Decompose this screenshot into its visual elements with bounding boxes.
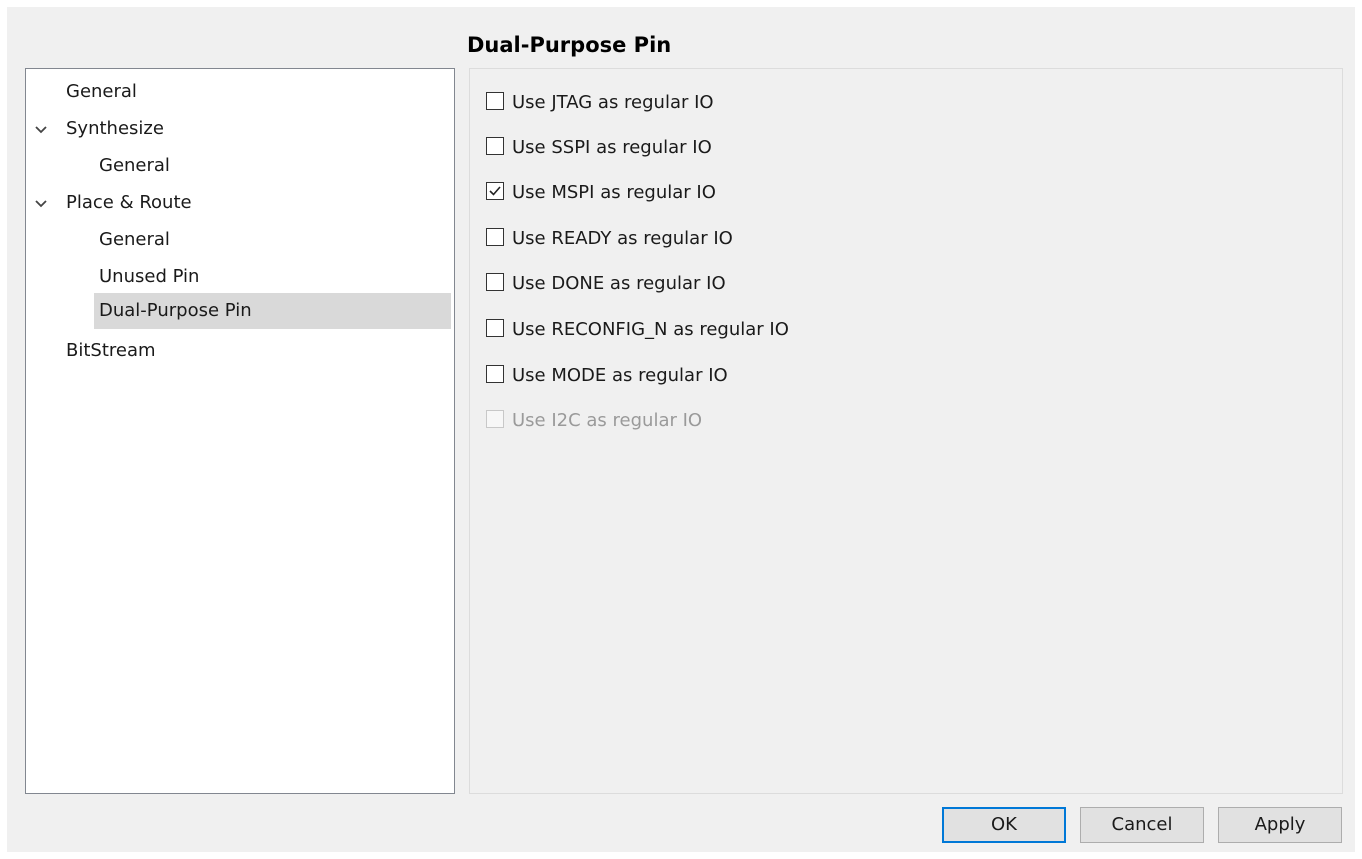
checkbox[interactable] [486,365,504,383]
option-label: Use DONE as regular IO [512,273,726,294]
tree-item-synthesize-general[interactable]: General [99,148,170,184]
settings-tree[interactable]: General Synthesize General Place & Route… [25,68,455,794]
tree-item-label: Dual-Purpose Pin [99,300,252,321]
tree-item-unused-pin[interactable]: Unused Pin [99,259,199,295]
tree-item-place-route[interactable]: Place & Route [66,185,192,221]
ok-button[interactable]: OK [942,807,1066,843]
checkbox[interactable] [486,92,504,110]
option-mspi[interactable]: Use MSPI as regular IO [486,178,716,208]
option-jtag[interactable]: Use JTAG as regular IO [486,88,714,118]
tree-item-bitstream[interactable]: BitStream [66,333,156,369]
checkbox[interactable] [486,319,504,337]
checkbox-disabled [486,410,504,428]
option-sspi[interactable]: Use SSPI as regular IO [486,133,712,163]
tree-item-dual-purpose-pin[interactable]: Dual-Purpose Pin [94,293,451,329]
page-title: Dual-Purpose Pin [467,33,672,57]
tree-item-label: General [99,155,170,176]
tree-item-label: General [66,81,137,102]
option-done[interactable]: Use DONE as regular IO [486,269,726,299]
checkbox-checked[interactable] [486,182,504,200]
tree-item-label: Synthesize [66,118,164,139]
checkbox[interactable] [486,228,504,246]
tree-item-general[interactable]: General [66,74,137,110]
option-reconfig-n[interactable]: Use RECONFIG_N as regular IO [486,315,789,345]
option-label: Use READY as regular IO [512,228,733,249]
options-panel: Use JTAG as regular IO Use SSPI as regul… [469,68,1343,794]
tree-item-label: Place & Route [66,192,192,213]
settings-dialog: Dual-Purpose Pin General Synthesize Gene… [7,7,1355,852]
option-label: Use RECONFIG_N as regular IO [512,319,789,340]
option-i2c: Use I2C as regular IO [486,406,702,436]
apply-button[interactable]: Apply [1218,807,1342,843]
tree-item-label: Unused Pin [99,266,200,287]
tree-item-label: General [99,229,170,250]
tree-item-place-route-general[interactable]: General [99,222,170,258]
cancel-button[interactable]: Cancel [1080,807,1204,843]
option-ready[interactable]: Use READY as regular IO [486,224,733,254]
option-label: Use SSPI as regular IO [512,137,712,158]
chevron-down-icon[interactable] [34,185,48,221]
tree-item-label: BitStream [66,340,156,361]
checkbox[interactable] [486,273,504,291]
option-label: Use MSPI as regular IO [512,182,716,203]
option-label: Use JTAG as regular IO [512,92,714,113]
chevron-down-icon[interactable] [34,111,48,147]
option-label: Use MODE as regular IO [512,365,728,386]
tree-item-synthesize[interactable]: Synthesize [66,111,164,147]
option-label: Use I2C as regular IO [512,410,703,431]
checkbox[interactable] [486,137,504,155]
checkmark-icon [489,186,501,196]
option-mode[interactable]: Use MODE as regular IO [486,361,728,391]
